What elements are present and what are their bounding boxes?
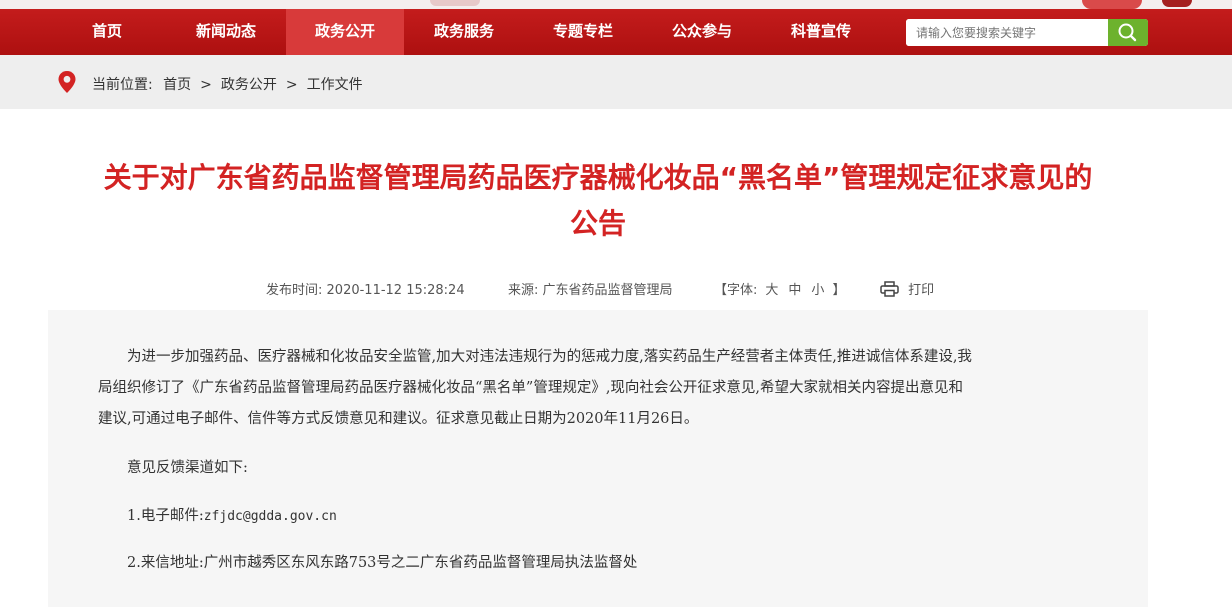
location-pin-icon (58, 71, 76, 93)
breadcrumb: 当前位置: 首页 > 政务公开 > 工作文件 (0, 55, 1232, 109)
nav-item-gov-services[interactable]: 政务服务 (405, 9, 523, 55)
publish-time: 2020-11-12 15:28:24 (326, 283, 465, 298)
article-body: 为进一步加强药品、医疗器械和化妆品安全监管,加大对违法违规行为的惩戒力度,落实药… (48, 310, 1148, 607)
printer-icon (880, 281, 899, 297)
paragraph-channels: 意见反馈渠道如下: (127, 460, 248, 476)
font-size-label: 【字体: (714, 283, 758, 298)
breadcrumb-item-work-documents[interactable]: 工作文件 (307, 77, 363, 93)
publish-time-label: 发布时间: (266, 283, 323, 298)
main-nav: 首页 新闻动态 政务公开 政务服务 专题专栏 公众参与 科普宣传 (0, 9, 1232, 55)
nav-item-gov-affairs[interactable]: 政务公开 (286, 9, 404, 55)
paragraph-intro-line-2: 局组织修订了《广东省药品监督管理局药品医疗器械化妆品“黑名单”管理规定》,现向社… (98, 380, 964, 396)
email-label: 1.电子邮件: (127, 508, 204, 524)
font-size-small[interactable]: 小 (811, 283, 824, 298)
nav-item-special-topics[interactable]: 专题专栏 (524, 9, 642, 55)
top-decoration (0, 0, 1232, 9)
paragraph-intro: 为进一步加强药品、医疗器械和化妆品安全监管,加大对违法违规行为的惩戒力度,落实药… (127, 349, 972, 365)
breadcrumb-item-gov-affairs[interactable]: 政务公开 (221, 77, 277, 93)
page-title: 关于对广东省药品监督管理局药品医疗器械化妆品“黑名单”管理规定征求意见的 公告 (48, 155, 1148, 247)
font-size-switcher: 【字体: 大中小】 (714, 279, 845, 298)
search-box (906, 19, 1148, 46)
nav-item-home[interactable]: 首页 (48, 9, 166, 55)
source-value: 广东省药品监督管理局 (542, 283, 673, 298)
search-icon (1118, 23, 1137, 42)
print-button[interactable]: 打印 (880, 279, 934, 298)
paragraph-email: 1.电子邮件:zfjdc@gdda.gov.cn (98, 501, 1108, 532)
email-address[interactable]: zfjdc@gdda.gov.cn (204, 509, 337, 524)
font-size-close: 】 (832, 283, 846, 298)
print-label: 打印 (908, 283, 935, 298)
breadcrumb-separator: > (200, 77, 212, 93)
nav-item-science-promotion[interactable]: 科普宣传 (762, 9, 880, 55)
font-size-large[interactable]: 大 (765, 283, 778, 298)
nav-item-public-participation[interactable]: 公众参与 (643, 9, 761, 55)
search-input[interactable] (906, 19, 1102, 46)
title-line-1: 关于对广东省药品监督管理局药品医疗器械化妆品“黑名单”管理规定征求意见的 (103, 161, 1093, 194)
breadcrumb-item-home[interactable]: 首页 (163, 77, 191, 93)
breadcrumb-separator: > (285, 77, 298, 93)
nav-item-news[interactable]: 新闻动态 (167, 9, 285, 55)
breadcrumb-prefix: 当前位置: (92, 77, 153, 93)
title-line-2: 公告 (569, 207, 626, 240)
paragraph-address: 2.来信地址:广州市越秀区东风东路753号之二广东省药品监督管理局执法监督处 (127, 555, 638, 571)
font-size-medium[interactable]: 中 (788, 283, 801, 298)
paragraph-intro-line-3: 建议,可通过电子邮件、信件等方式反馈意见和建议。征求意见截止日期为2020年11… (98, 411, 699, 427)
search-button[interactable] (1108, 19, 1148, 46)
article-meta: 发布时间: 2020-11-12 15:28:24 来源: 广东省药品监督管理局… (0, 279, 1232, 299)
source-label: 来源: (508, 283, 539, 298)
